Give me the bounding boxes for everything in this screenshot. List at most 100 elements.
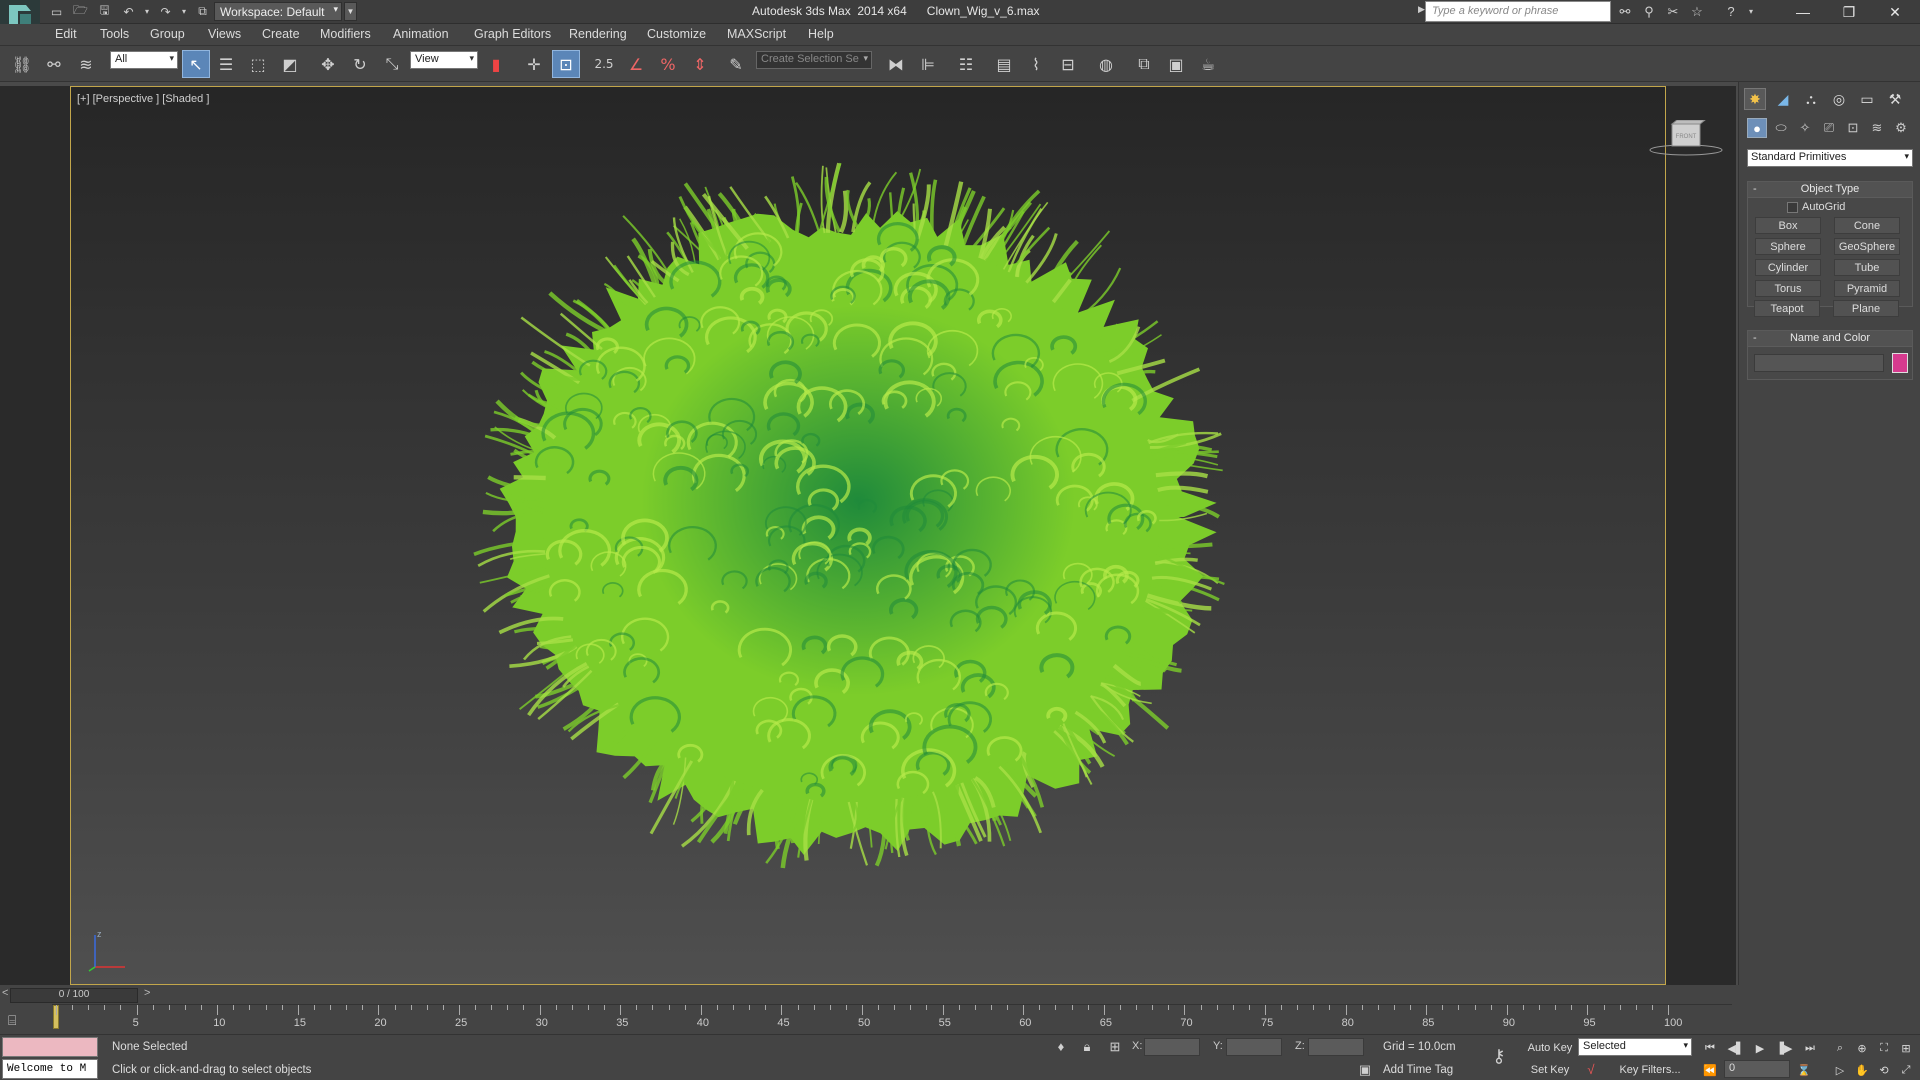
isolate-selection-icon[interactable]: ♦ [1050,1037,1072,1056]
name-and-color-header[interactable]: - Name and Color [1748,331,1912,347]
menu-maxscript[interactable]: MAXScript [727,27,786,41]
box-button[interactable]: Box [1755,217,1821,234]
hierarchy-tab-icon[interactable]: ⛬ [1800,88,1822,110]
open-icon[interactable]: 🗁 [70,2,91,21]
key-mode-dropdown[interactable]: Selected ▾ [1578,1038,1692,1056]
time-slider-next[interactable]: > [144,987,150,999]
pyramid-button[interactable]: Pyramid [1834,280,1900,297]
percent-snap-icon[interactable]: % [654,50,682,78]
window-crossing-icon[interactable]: ◩ [276,50,304,78]
menu-customize[interactable]: Customize [647,27,706,41]
go-to-end-icon[interactable]: ⏭ [1800,1038,1820,1058]
render-setup-icon[interactable]: ⧉ [1130,50,1158,78]
zoom-all-icon[interactable]: ⊕ [1852,1038,1872,1058]
undo-dropdown-icon[interactable]: ▾ [142,2,152,21]
track-bar[interactable]: ⌸ 5 10 15 20 25 30 35 40 45 50 55 60 65 70 75 80 85 90 95 1… [0,1004,1920,1034]
workspace-more-icon[interactable]: ▼ [344,2,357,21]
set-key-button[interactable]: Set Key [1525,1060,1575,1080]
menu-rendering[interactable]: Rendering [569,27,627,41]
key-icon[interactable]: ⚲ [1638,2,1660,21]
curve-editor-icon[interactable]: ⌇ [1022,50,1050,78]
time-slider[interactable]: 0 / 100 [10,988,138,1003]
communication-icon[interactable]: ✂ [1662,2,1684,21]
maxscript-listener-input[interactable]: Welcome to M [2,1059,98,1079]
primitive-category-dropdown[interactable]: Standard Primitives ▾ [1747,149,1913,167]
project-folder-icon[interactable]: ⧉ [192,2,213,21]
time-slider-prev[interactable]: < [2,987,8,999]
bind-space-warp-icon[interactable]: ≋ [72,50,100,78]
geosphere-button[interactable]: GeoSphere [1834,238,1900,255]
shapes-icon[interactable]: ⬭ [1771,118,1791,138]
sphere-button[interactable]: Sphere [1755,238,1821,255]
menu-edit[interactable]: Edit [55,27,77,41]
maxscript-listener-output[interactable] [2,1037,98,1057]
menu-modifiers[interactable]: Modifiers [320,27,371,41]
current-frame-field[interactable]: 0 [1724,1060,1790,1078]
orbit-icon[interactable]: ⟲ [1874,1060,1894,1080]
layer-manager-icon[interactable]: ☷ [952,50,980,78]
restore-button[interactable]: ❐ [1826,0,1872,24]
material-editor-icon[interactable]: ◍ [1092,50,1120,78]
schematic-view-icon[interactable]: ⊟ [1054,50,1082,78]
perspective-viewport[interactable]: [+] [Perspective ] [Shaded ] z [70,86,1666,985]
redo-dropdown-icon[interactable]: ▾ [179,2,189,21]
align-icon[interactable]: ⊫ [914,50,942,78]
menu-help[interactable]: Help [808,27,834,41]
default-in-out-tangent-icon[interactable]: √ [1580,1060,1602,1079]
select-object-icon[interactable]: ↖ [182,50,210,78]
binoculars-icon[interactable]: ⚯ [1614,2,1636,21]
mirror-icon[interactable]: ⧓ [882,50,910,78]
graphite-toggle-icon[interactable]: ▤ [990,50,1018,78]
workspace-dropdown[interactable]: Workspace: Default ▾ [214,2,342,21]
search-input[interactable]: Type a keyword or phrase [1425,1,1611,22]
redo-icon[interactable]: ↷ [155,2,176,21]
set-keys-icon[interactable]: ⚷ [1488,1046,1510,1066]
viewport-label[interactable]: [+] [Perspective ] [Shaded ] [77,93,209,105]
menu-group[interactable]: Group [150,27,185,41]
object-color-swatch[interactable] [1892,353,1908,373]
add-time-tag[interactable]: Add Time Tag [1383,1064,1453,1076]
frame-ruler[interactable]: 5 10 15 20 25 30 35 40 45 50 55 60 65 70 75 80 85 90 95 100 [52,1004,1732,1030]
autogrid-checkbox[interactable] [1787,202,1798,213]
close-button[interactable]: ✕ [1872,0,1918,24]
reference-coordinate-dropdown[interactable]: View ▾ [410,51,478,69]
menu-views[interactable]: Views [208,27,241,41]
torus-button[interactable]: Torus [1755,280,1821,297]
zoom-extents-all-icon[interactable]: ⊞ [1896,1038,1916,1058]
maximize-viewport-icon[interactable]: ⤢ [1896,1060,1916,1080]
play-icon[interactable]: ▶ [1750,1038,1770,1058]
scale-icon[interactable]: ⤡ [378,50,406,78]
modify-tab-icon[interactable]: ◢ [1772,88,1794,110]
helpers-icon[interactable]: ⊡ [1843,118,1863,138]
selection-filter-dropdown[interactable]: All ▾ [110,51,178,69]
menu-tools[interactable]: Tools [100,27,129,41]
menu-graph-editors[interactable]: Graph Editors [474,27,551,41]
render-production-icon[interactable]: ☕ [1194,50,1222,78]
unlink-icon[interactable]: ⚯ [40,50,68,78]
zoom-extents-icon[interactable]: ⛶ [1874,1038,1894,1058]
time-configuration-icon[interactable]: ⌛ [1794,1060,1814,1080]
help-icon[interactable]: ? [1720,2,1742,21]
undo-icon[interactable]: ↶ [118,2,139,21]
geometry-icon[interactable]: ● [1747,118,1767,138]
x-coordinate-field[interactable] [1144,1038,1200,1056]
rotate-icon[interactable]: ↻ [346,50,374,78]
z-coordinate-field[interactable] [1308,1038,1364,1056]
next-frame-icon[interactable]: ▐▶ [1774,1038,1794,1058]
snaps-toggle-icon[interactable]: 2.5 [590,50,618,78]
absolute-mode-icon[interactable]: ⊞ [1104,1037,1126,1056]
tube-button[interactable]: Tube [1834,259,1900,276]
pan-view-icon[interactable]: ✋ [1852,1060,1872,1080]
systems-icon[interactable]: ⚙ [1891,118,1911,138]
search-expand-icon[interactable]: ▶ [1418,4,1425,15]
select-by-name-icon[interactable]: ☰ [212,50,240,78]
menu-animation[interactable]: Animation [393,27,449,41]
edit-named-selection-icon[interactable]: ✎ [722,50,750,78]
clown-wig-object[interactable] [71,87,1666,985]
lock-selection-icon[interactable]: 🔒︎ [1076,1037,1098,1056]
time-tag-icon[interactable]: ▣ [1354,1060,1376,1079]
cone-button[interactable]: Cone [1834,217,1900,234]
cylinder-button[interactable]: Cylinder [1755,259,1821,276]
lights-icon[interactable]: ✧ [1795,118,1815,138]
link-icon[interactable]: ⛓ [8,50,36,78]
